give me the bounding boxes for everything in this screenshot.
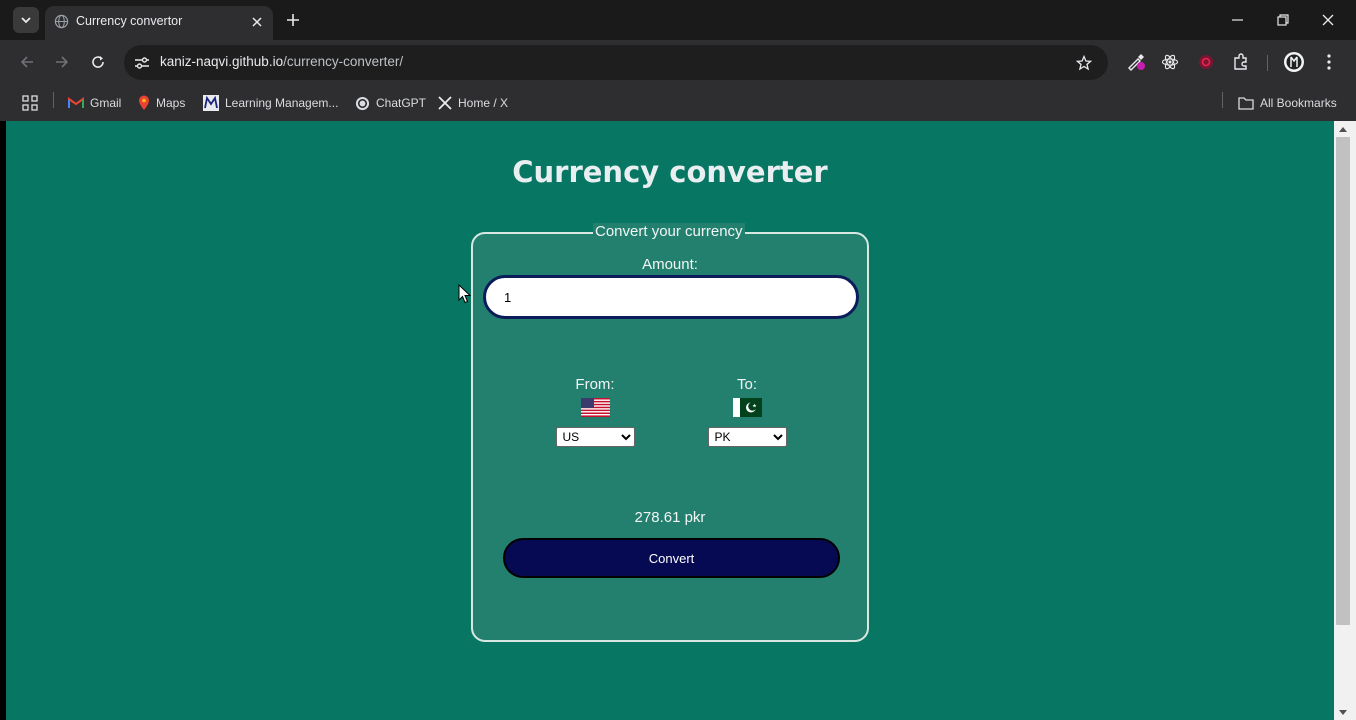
bookmark-label: Learning Managem... (225, 96, 339, 110)
address-bar[interactable]: kaniz-naqvi.github.io/currency-converter… (124, 45, 1108, 80)
back-button[interactable] (15, 50, 39, 74)
apps-icon (22, 95, 38, 111)
bookmark-lms[interactable]: Learning Managem... (203, 91, 338, 115)
folder-icon (1238, 96, 1254, 110)
browser-chrome: Currency convertor kaniz-naqvi.github.io… (0, 0, 1356, 121)
from-currency-select[interactable]: US (555, 427, 635, 447)
scroll-down-arrow[interactable] (1338, 708, 1348, 716)
convert-button[interactable]: Convert (503, 538, 840, 578)
url-text[interactable]: kaniz-naqvi.github.io/currency-converter… (160, 54, 403, 69)
all-bookmarks-label: All Bookmarks (1260, 96, 1337, 110)
gmail-icon (68, 97, 84, 108)
from-label: From: (575, 376, 615, 393)
bookmark-chatgpt[interactable]: ChatGPT (355, 91, 426, 115)
bookmarks-divider (53, 92, 54, 108)
new-tab-button[interactable] (283, 10, 303, 30)
bookmark-label: ChatGPT (376, 96, 427, 110)
browser-menu-button[interactable] (1318, 51, 1340, 73)
bookmark-gmail[interactable]: Gmail (68, 91, 121, 115)
to-currency-select[interactable]: PK (707, 427, 787, 447)
profile-icon (1284, 52, 1304, 72)
site-info-icon (135, 57, 149, 69)
eyedropper-icon (1128, 54, 1145, 71)
tab-title: Currency convertor (76, 14, 183, 28)
tab-search-button[interactable] (13, 7, 39, 33)
forward-icon (56, 56, 69, 68)
bookmark-label: Gmail (90, 96, 122, 110)
scroll-thumb[interactable] (1336, 137, 1350, 625)
reload-icon (92, 56, 104, 68)
tab-strip: Currency convertor (0, 0, 1356, 40)
plus-icon (287, 14, 299, 26)
url-host: kaniz-naqvi.github.io (160, 54, 284, 69)
apps-button[interactable] (22, 91, 38, 115)
active-tab[interactable]: Currency convertor (45, 6, 273, 40)
page-scrollbar[interactable] (1334, 121, 1356, 720)
arrow-up-icon (1339, 126, 1347, 132)
bookmark-label: Home / X (458, 96, 509, 110)
browser-toolbar: kaniz-naqvi.github.io/currency-converter… (0, 40, 1356, 85)
close-window-button[interactable] (1318, 10, 1338, 30)
react-icon (1161, 54, 1179, 70)
bookmark-maps[interactable]: Maps (138, 91, 185, 115)
x-icon (438, 96, 452, 110)
bookmarks-divider (1222, 92, 1223, 108)
conversion-result: 278.61 pkr (634, 509, 706, 526)
amount-label: Amount: (642, 256, 698, 273)
page-title: Currency converter (512, 155, 828, 189)
bookmark-label: Maps (156, 96, 186, 110)
minimize-button[interactable] (1228, 10, 1248, 30)
mouse-cursor-icon (458, 284, 472, 304)
minimize-icon (1232, 19, 1243, 21)
arrow-down-icon (1339, 709, 1347, 715)
bookmark-x[interactable]: Home / X (438, 91, 508, 115)
menu-icon (1327, 54, 1331, 70)
globe-icon (54, 14, 69, 29)
from-currency-group: From: US (550, 376, 640, 447)
eyedropper-extension-button[interactable] (1125, 51, 1147, 73)
maps-icon (139, 95, 149, 110)
form-legend: Convert your currency (593, 223, 745, 240)
close-icon (1322, 14, 1334, 26)
toolbar-divider (1267, 55, 1268, 71)
forward-button[interactable] (50, 50, 74, 74)
reload-button[interactable] (86, 50, 110, 74)
red-extension-button[interactable] (1195, 51, 1217, 73)
us-flag-icon (580, 398, 610, 417)
to-currency-group: To: PK (702, 376, 792, 447)
close-icon (252, 17, 262, 27)
restore-icon (1277, 14, 1289, 26)
star-icon (1076, 55, 1092, 71)
restore-button[interactable] (1273, 10, 1293, 30)
site-info-button[interactable] (132, 53, 152, 73)
extension-red-icon (1199, 55, 1213, 69)
to-label: To: (736, 376, 757, 393)
puzzle-icon (1234, 53, 1247, 70)
page-viewport: Currency converter Convert your currency… (6, 121, 1334, 720)
react-devtools-button[interactable] (1159, 51, 1181, 73)
back-icon (20, 56, 33, 68)
tab-close-button[interactable] (249, 14, 265, 30)
profile-button[interactable] (1283, 51, 1305, 73)
lms-icon (203, 95, 219, 111)
all-bookmarks-button[interactable]: All Bookmarks (1238, 91, 1337, 115)
amount-input[interactable] (483, 275, 859, 319)
extensions-button[interactable] (1230, 51, 1252, 73)
bookmark-star-button[interactable] (1074, 53, 1094, 73)
url-path: /currency-converter/ (283, 54, 404, 69)
chatgpt-icon (355, 96, 370, 110)
pk-flag-icon (732, 398, 762, 417)
chevron-down-icon (21, 17, 31, 24)
scroll-up-arrow[interactable] (1338, 125, 1348, 133)
bookmarks-bar: Gmail Maps Learning Managem... ChatGPT H… (0, 85, 1356, 121)
converter-card: Convert your currency Amount: From: US T… (471, 223, 869, 642)
